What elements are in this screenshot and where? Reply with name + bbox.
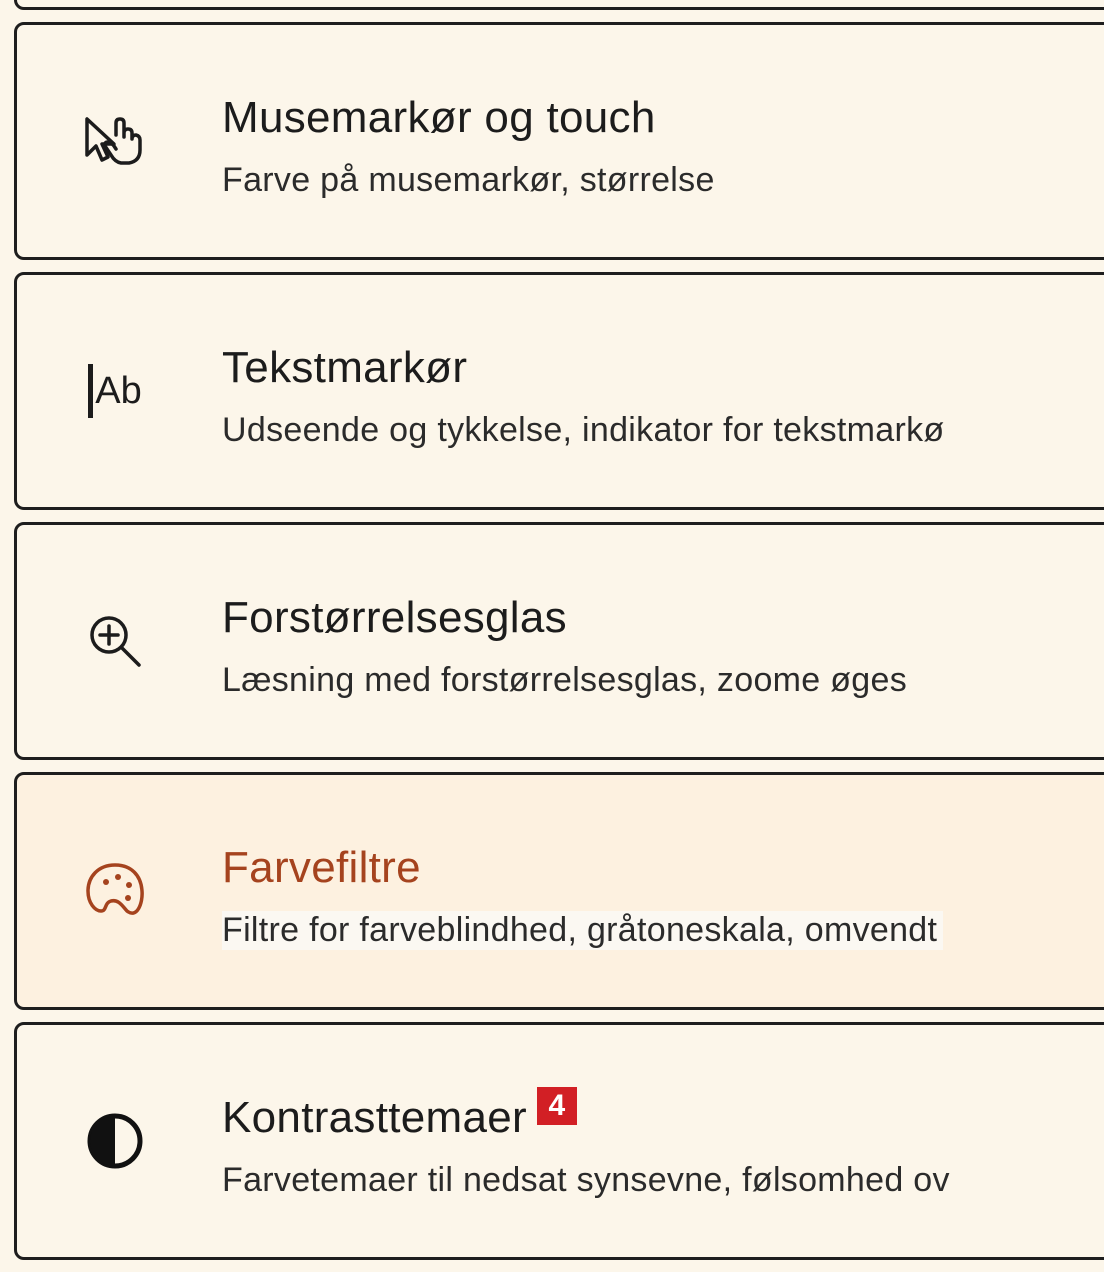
- previous-card-edge[interactable]: [14, 0, 1104, 10]
- setting-card-text-cursor[interactable]: Ab Tekstmarkør Udseende og tykkelse, ind…: [14, 272, 1104, 510]
- setting-description: Filtre for farveblindhed, gråtoneskala, …: [222, 911, 944, 950]
- text-cursor-label: Ab: [95, 369, 142, 412]
- setting-description: Farvetemaer til nedsat synsevne, følsomh…: [222, 1161, 950, 1199]
- setting-description: Udseende og tykkelse, indikator for teks…: [222, 411, 945, 449]
- setting-title-text: Kontrasttemaer: [222, 1093, 528, 1142]
- setting-card-magnifier[interactable]: Forstørrelsesglas Læsning med forstørrel…: [14, 522, 1104, 760]
- text-cursor-bar-icon: [88, 364, 94, 418]
- setting-card-contrast-themes[interactable]: Kontrasttemaer 4 Farvetemaer til nedsat s…: [14, 1022, 1104, 1260]
- setting-title: Tekstmarkør: [222, 343, 468, 392]
- mouse-pointer-touch-icon: [79, 105, 151, 177]
- magnifier-zoom-in-icon: [79, 605, 151, 677]
- setting-description: Læsning med forstørrelsesglas, zoome øge…: [222, 661, 908, 699]
- setting-card-mouse-pointer[interactable]: Musemarkør og touch Farve på musemarkør,…: [14, 22, 1104, 260]
- setting-title: Musemarkør og touch: [222, 93, 656, 142]
- setting-title: Farvefiltre: [222, 843, 421, 892]
- setting-title: Kontrasttemaer 4: [222, 1087, 578, 1143]
- setting-title: Forstørrelsesglas: [222, 593, 567, 642]
- text-cursor-icon: Ab: [79, 355, 151, 427]
- setting-description: Farve på musemarkør, størrelse: [222, 161, 715, 199]
- count-badge: 4: [537, 1087, 578, 1125]
- palette-icon: [79, 855, 151, 927]
- setting-card-color-filters[interactable]: Farvefiltre Filtre for farveblindhed, gr…: [14, 772, 1104, 1010]
- contrast-icon: [79, 1105, 151, 1177]
